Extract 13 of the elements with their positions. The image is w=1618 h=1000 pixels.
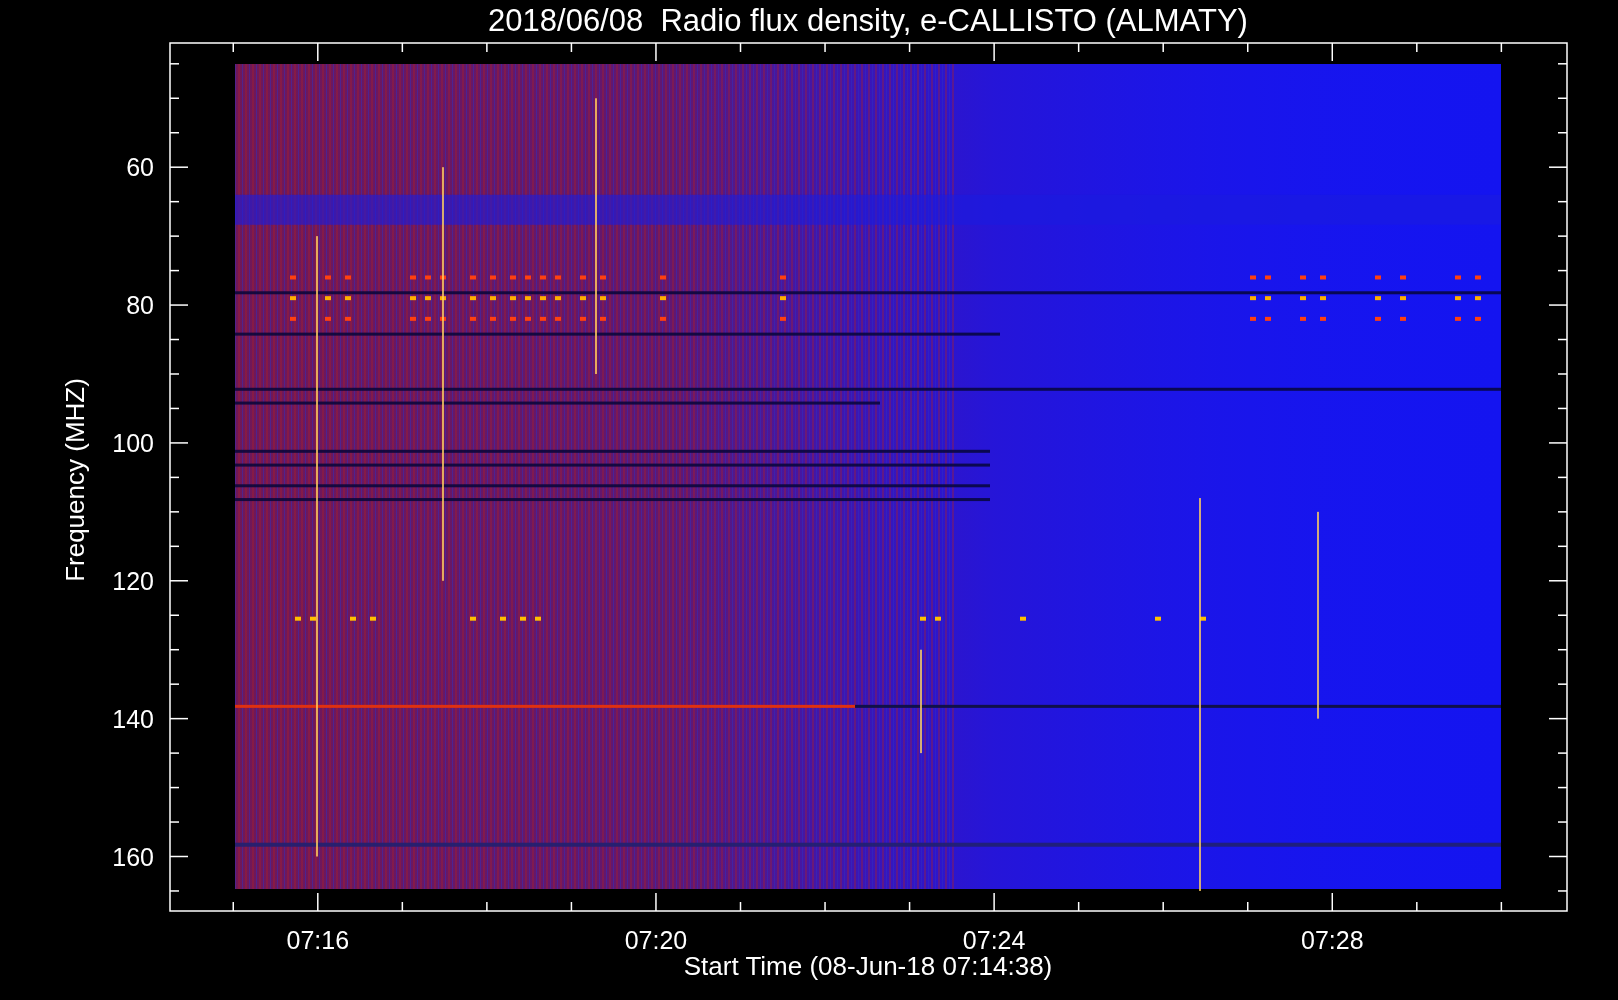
- tick-label: 60: [126, 153, 154, 182]
- chart-title: 2018/06/08 Radio flux density, e-CALLISTO (ALMATY): [488, 3, 1248, 38]
- tick-label: 07:28: [1301, 926, 1364, 954]
- tick-label: 80: [126, 291, 154, 320]
- tick-label: 120: [112, 566, 154, 595]
- tick-label: 07:16: [286, 926, 350, 954]
- y-axis-label: Frequency (MHZ): [60, 378, 90, 582]
- tick-label: 100: [112, 428, 154, 457]
- tick-label: 160: [112, 842, 154, 871]
- tick-label: 07:20: [624, 926, 688, 954]
- x-axis-label: Start Time (08-Jun-18 07:14:38): [683, 951, 1053, 981]
- tick-label: 140: [112, 704, 154, 733]
- tick-label: 07:24: [962, 926, 1026, 954]
